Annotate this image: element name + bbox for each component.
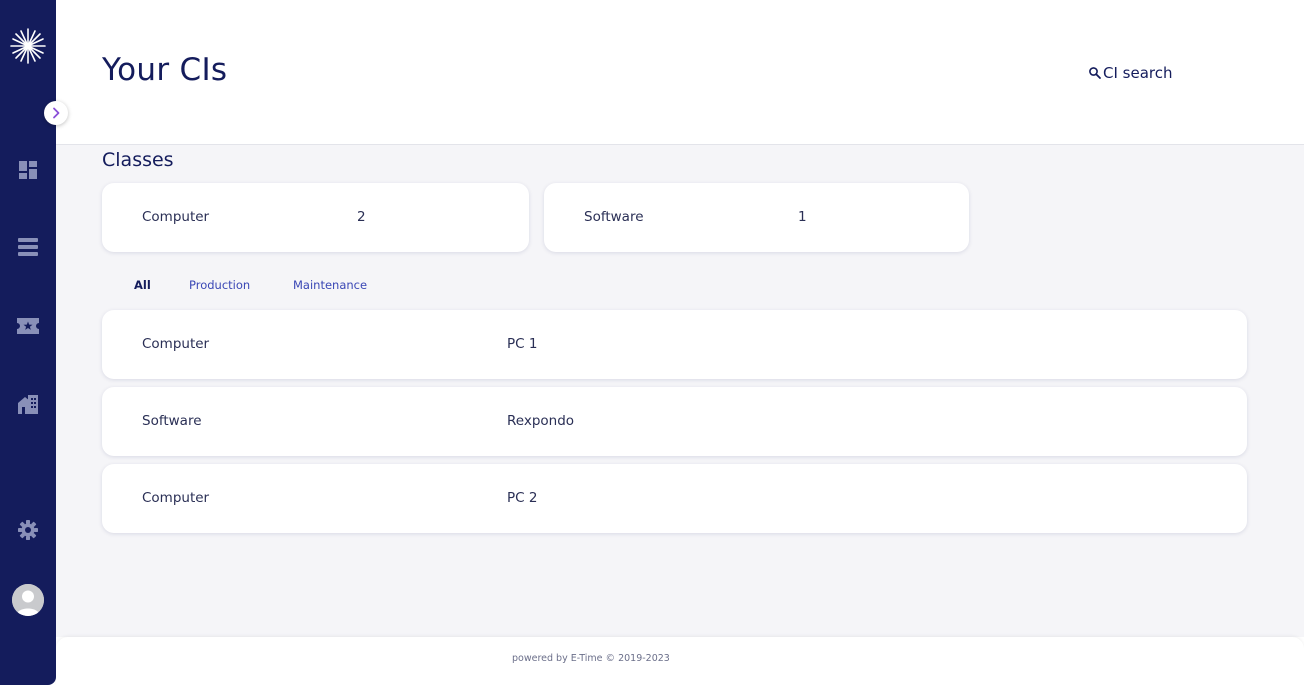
ci-search-label: CI search (1103, 64, 1173, 82)
class-name: Software (584, 209, 644, 225)
classes-title: Classes (102, 149, 174, 171)
main-content: Classes Computer 2 Software 1 All Produc… (56, 145, 1304, 637)
class-card-computer[interactable]: Computer 2 (102, 183, 529, 252)
ci-search-link[interactable]: CI search (1088, 64, 1173, 82)
list-icon[interactable] (17, 236, 39, 258)
ci-row[interactable]: Computer PC 1 (102, 310, 1247, 379)
filter-tab-all[interactable]: All (134, 278, 151, 292)
sidebar-toggle-button[interactable] (44, 101, 68, 125)
user-avatar-icon[interactable] (12, 584, 44, 616)
class-count: 1 (798, 209, 807, 225)
filter-tab-maintenance[interactable]: Maintenance (293, 278, 367, 292)
building-icon[interactable] (17, 393, 39, 415)
star-burst-logo[interactable] (9, 27, 47, 65)
filter-tab-production[interactable]: Production (189, 278, 250, 292)
class-count: 2 (357, 209, 366, 225)
ci-class: Software (142, 413, 202, 429)
class-name: Computer (142, 209, 210, 225)
page-footer: powered by E-Time © 2019-2023 (56, 637, 1304, 685)
chevron-right-icon (51, 107, 61, 119)
class-card-software[interactable]: Software 1 (544, 183, 969, 252)
page-header: Your CIs CI search (56, 0, 1304, 145)
ticket-icon[interactable] (17, 315, 39, 337)
ci-name: Rexpondo (507, 413, 575, 429)
footer-credit: powered by E-Time © 2019-2023 (512, 653, 670, 664)
ci-class: Computer (142, 490, 210, 506)
ci-row[interactable]: Computer PC 2 (102, 464, 1247, 533)
gear-icon[interactable] (17, 519, 39, 541)
page-title: Your CIs (102, 52, 228, 88)
ci-row[interactable]: Software Rexpondo (102, 387, 1247, 456)
dashboard-icon[interactable] (17, 159, 39, 181)
ci-name: PC 2 (507, 490, 538, 506)
ci-class: Computer (142, 336, 210, 352)
ci-name: PC 1 (507, 336, 538, 352)
search-icon (1088, 66, 1103, 80)
